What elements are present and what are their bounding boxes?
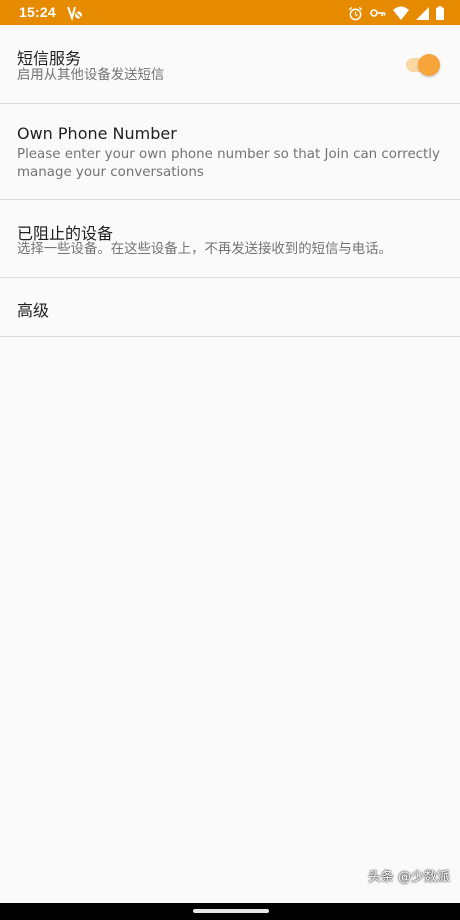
setting-title: 高级 bbox=[17, 301, 50, 320]
sim-no-signal-icon bbox=[66, 4, 84, 22]
wifi-icon bbox=[393, 6, 409, 20]
alarm-icon bbox=[348, 6, 363, 21]
watermark: 头条 @少数派 bbox=[367, 870, 450, 885]
setting-own-phone-number[interactable]: Own Phone Number Please enter your own p… bbox=[0, 104, 460, 200]
home-gesture-handle[interactable] bbox=[193, 909, 269, 913]
cell-signal-icon bbox=[416, 6, 429, 20]
setting-summary: 启用从其他设备发送短信 bbox=[17, 68, 165, 83]
setting-title: Own Phone Number bbox=[17, 124, 177, 143]
toggle-thumb bbox=[418, 54, 440, 76]
navigation-bar bbox=[0, 903, 460, 920]
setting-title: 短信服务 bbox=[17, 49, 82, 68]
sms-service-toggle[interactable] bbox=[404, 54, 440, 76]
setting-summary: 选择一些设备。在这些设备上，不再发送接收到的短信与电话。 bbox=[17, 242, 392, 257]
status-bar: 15:24 bbox=[0, 0, 460, 25]
summary-line: manage your conversations bbox=[17, 165, 204, 180]
setting-advanced[interactable]: 高级 bbox=[0, 278, 460, 337]
status-time: 15:24 bbox=[19, 4, 56, 20]
status-icons bbox=[348, 4, 444, 22]
setting-sms-service[interactable]: 短信服务 启用从其他设备发送短信 bbox=[0, 25, 460, 104]
setting-summary: Please enter your own phone number so th… bbox=[17, 146, 440, 182]
vpn-key-icon bbox=[370, 7, 386, 19]
summary-line: Please enter your own phone number so th… bbox=[17, 147, 440, 162]
battery-icon bbox=[436, 6, 444, 20]
setting-blocked-devices[interactable]: 已阻止的设备 选择一些设备。在这些设备上，不再发送接收到的短信与电话。 bbox=[0, 200, 460, 278]
